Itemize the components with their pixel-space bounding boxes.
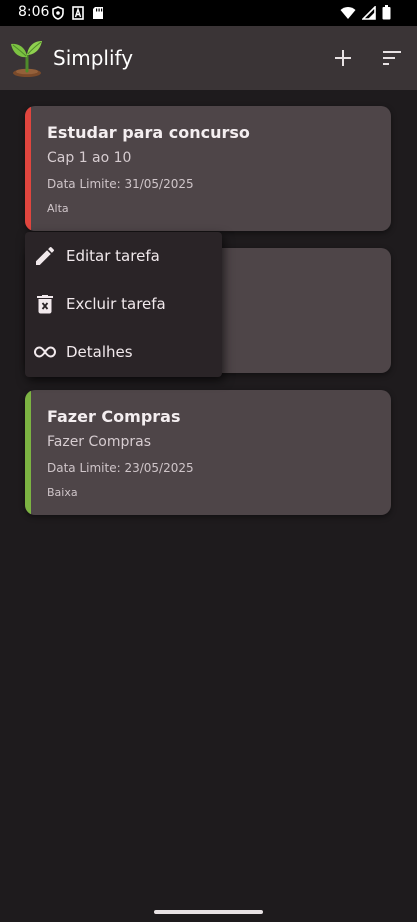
battery-icon bbox=[382, 5, 391, 20]
task-title: Estudar para concurso bbox=[47, 123, 250, 142]
task-priority: Baixa bbox=[47, 486, 78, 499]
task-due-date: Data Limite: 23/05/2025 bbox=[47, 461, 194, 475]
add-task-button[interactable] bbox=[329, 44, 357, 72]
signal-icon bbox=[362, 5, 376, 20]
menu-item-edit-task[interactable]: Editar tarefa bbox=[25, 232, 222, 280]
menu-item-label: Excluir tarefa bbox=[66, 295, 166, 313]
menu-item-label: Editar tarefa bbox=[66, 247, 160, 265]
sprout-logo-icon bbox=[11, 41, 42, 77]
menu-item-label: Detalhes bbox=[66, 343, 133, 361]
trash-icon bbox=[37, 295, 53, 314]
app-title: Simplify bbox=[53, 46, 134, 70]
sort-button[interactable] bbox=[378, 44, 406, 72]
task-card[interactable]: Fazer Compras Fazer Compras Data Limite:… bbox=[25, 390, 391, 515]
priority-stripe bbox=[25, 390, 31, 515]
pencil-icon bbox=[36, 246, 55, 265]
font-icon bbox=[72, 6, 84, 20]
task-priority: Alta bbox=[47, 202, 69, 215]
task-title: Fazer Compras bbox=[47, 407, 181, 426]
sd-card-icon bbox=[93, 7, 103, 19]
menu-item-details[interactable]: Detalhes bbox=[25, 328, 222, 376]
task-description: Cap 1 ao 10 bbox=[47, 150, 132, 166]
infinity-icon bbox=[33, 346, 57, 358]
task-context-menu: Editar tarefa Excluir tarefa Detalhes bbox=[25, 232, 222, 377]
shield-icon bbox=[52, 6, 64, 20]
task-due-date: Data Limite: 31/05/2025 bbox=[47, 177, 194, 191]
notification-icons bbox=[52, 6, 104, 20]
sort-icon bbox=[383, 51, 401, 65]
priority-stripe bbox=[25, 106, 31, 231]
system-icons bbox=[340, 5, 391, 20]
plus-icon bbox=[335, 50, 351, 66]
status-bar: 8:06 bbox=[0, 0, 417, 26]
task-description: Fazer Compras bbox=[47, 434, 152, 450]
status-time: 8:06 bbox=[18, 4, 50, 20]
wifi-icon bbox=[340, 6, 356, 19]
task-card[interactable]: Estudar para concurso Cap 1 ao 10 Data L… bbox=[25, 106, 391, 231]
home-indicator[interactable] bbox=[154, 910, 263, 914]
menu-item-delete-task[interactable]: Excluir tarefa bbox=[25, 280, 222, 328]
